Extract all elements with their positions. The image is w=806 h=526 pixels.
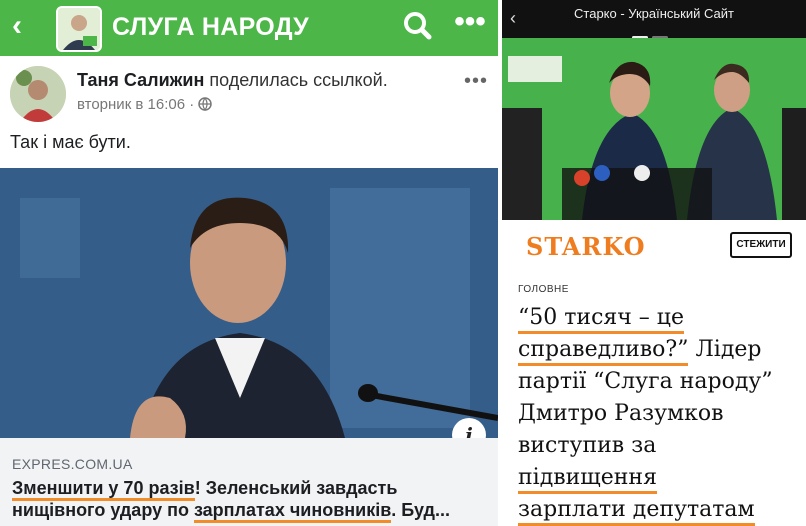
link-domain: EXPRES.COM.UA bbox=[12, 456, 133, 472]
back-icon[interactable]: ‹ bbox=[12, 11, 40, 41]
story-title: Старко - Український Сайт bbox=[574, 6, 734, 21]
headline-text-4: Дмитро Разумков bbox=[518, 401, 724, 426]
globe-icon bbox=[198, 96, 213, 113]
more-options-icon[interactable]: ••• bbox=[452, 7, 488, 40]
starko-logo[interactable]: STARKO bbox=[526, 232, 646, 261]
story-header: ‹ Старко - Український Сайт bbox=[502, 0, 806, 39]
section-label: ГОЛОВНЕ bbox=[518, 284, 569, 295]
headline-text-2: Лідер bbox=[688, 337, 762, 362]
article-image[interactable] bbox=[502, 38, 806, 220]
headline-highlight-1: “50 тисяч – це bbox=[518, 305, 684, 334]
post-author-line: Таня Салижин поделилась ссылкой. bbox=[77, 70, 388, 91]
page-title: СЛУГА НАРОДУ bbox=[112, 13, 309, 41]
facebook-post-panel: ‹ СЛУГА НАРОДУ ••• Таня Салижин поделила… bbox=[0, 0, 498, 526]
search-icon[interactable] bbox=[402, 10, 432, 40]
post-action: поделилась ссылкой. bbox=[204, 70, 388, 90]
post-more-icon[interactable]: ••• bbox=[464, 70, 488, 93]
page-header: ‹ СЛУГА НАРОДУ ••• bbox=[0, 0, 498, 56]
link-title-highlight-1: Зменшити у 70 разів bbox=[12, 478, 195, 501]
article-headline[interactable]: “50 тисяч – це справедливо?” Лідер парті… bbox=[518, 302, 806, 526]
link-title-highlight-2: зарплатах чиновників bbox=[193, 500, 392, 523]
link-title-text-2b: . Буд... bbox=[391, 500, 450, 520]
headline-highlight-7: зарплати депутатам bbox=[518, 497, 755, 526]
headline-text-5: виступив за bbox=[518, 433, 657, 458]
post-timestamp[interactable]: вторник в 16:06 · bbox=[77, 96, 213, 113]
post-text: Так і має бути. bbox=[10, 132, 131, 152]
link-title-line-1[interactable]: Зменшити у 70 разів! Зеленський завдасть bbox=[12, 478, 398, 501]
link-title-text-2a: нищівного удару по bbox=[12, 500, 194, 520]
link-title-text-1: ! Зеленський завдасть bbox=[194, 478, 398, 498]
headline-text-3: партії “Слуга народу” bbox=[518, 369, 773, 394]
starko-article-panel: ‹ Старко - Український Сайт STARKO СТЕЖИ… bbox=[502, 0, 806, 526]
link-preview-image[interactable] bbox=[0, 168, 498, 438]
link-title-line-2[interactable]: нищівного удару по зарплатах чиновників.… bbox=[12, 500, 450, 523]
headline-highlight-6: підвищення bbox=[518, 465, 657, 494]
author-avatar[interactable] bbox=[10, 66, 66, 122]
page-avatar[interactable] bbox=[56, 6, 102, 52]
post-time-text: вторник в 16:06 · bbox=[77, 96, 199, 113]
headline-highlight-2: справедливо?” bbox=[518, 337, 689, 366]
follow-button[interactable]: СТЕЖИТИ bbox=[730, 232, 792, 258]
author-name[interactable]: Таня Салижин bbox=[77, 70, 204, 90]
